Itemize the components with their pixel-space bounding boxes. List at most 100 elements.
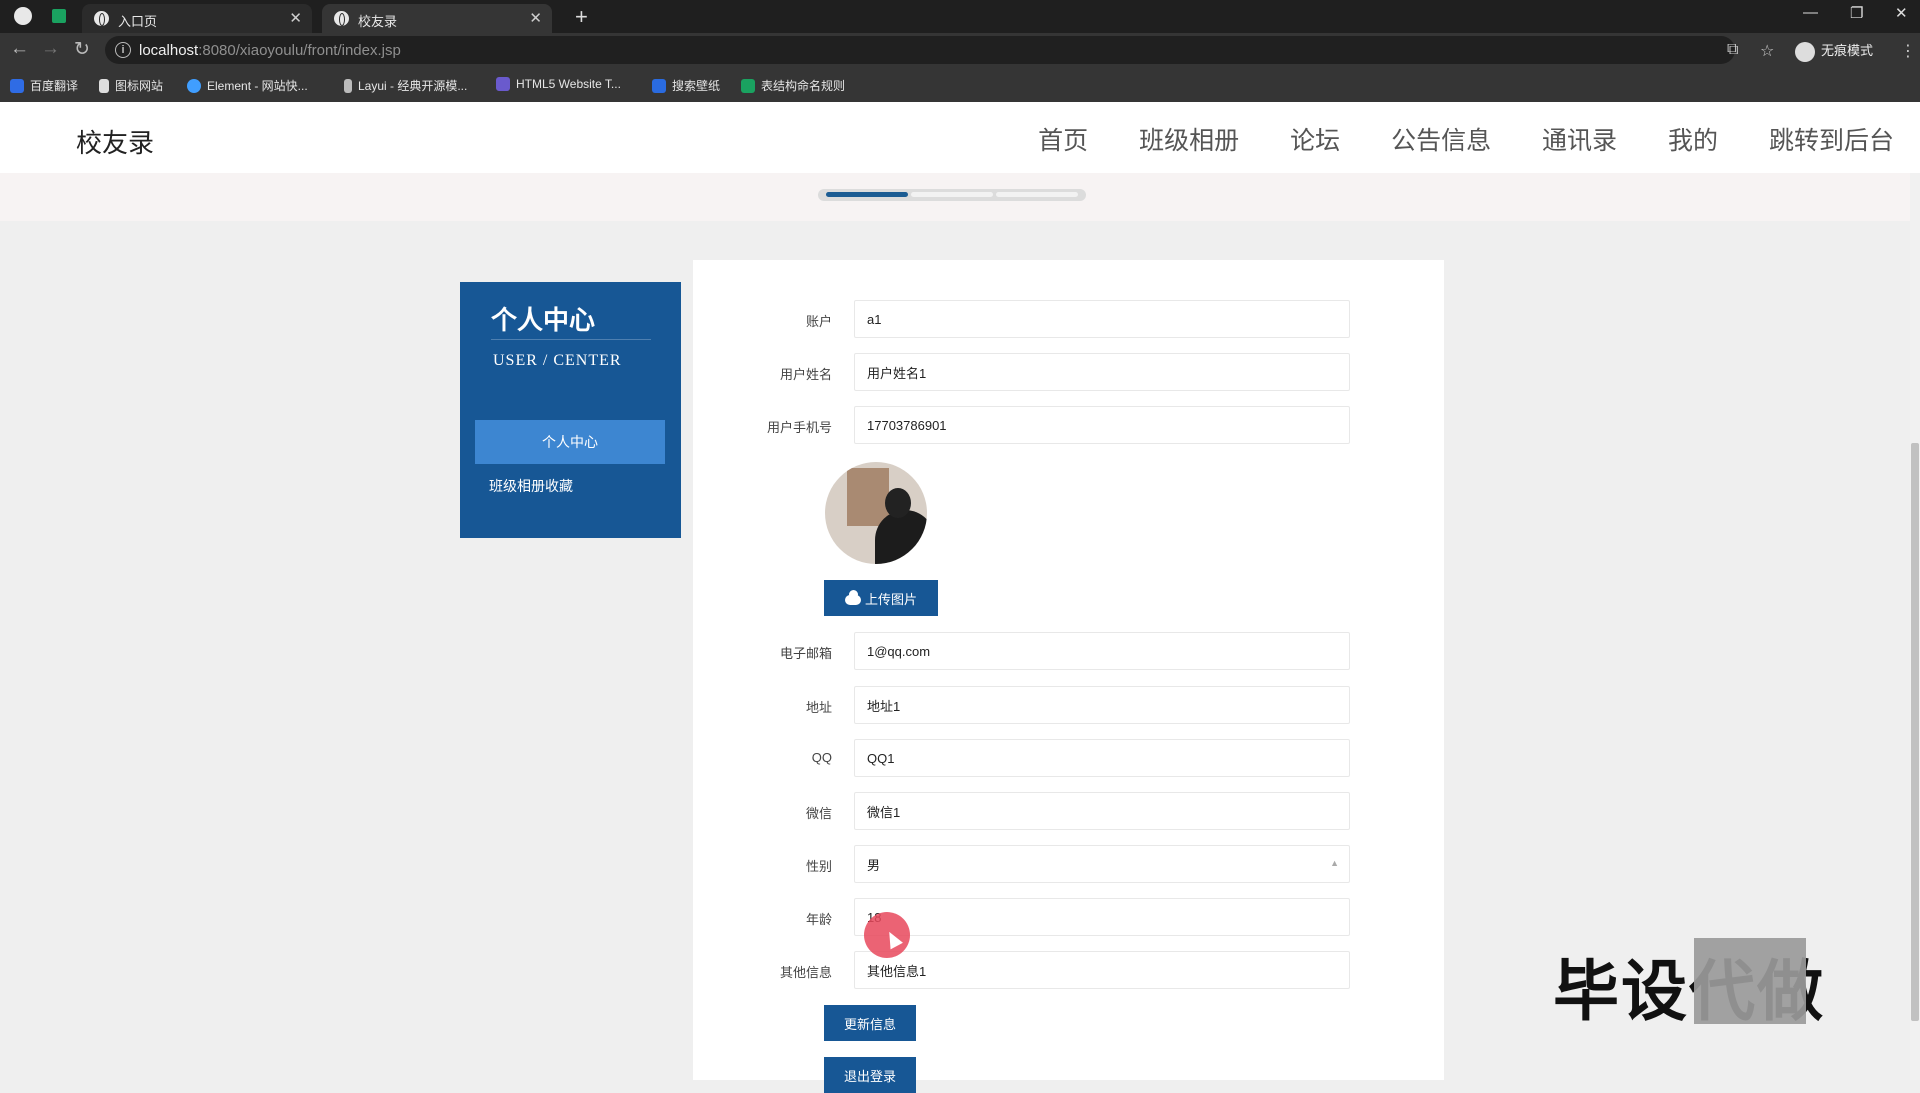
form-row-email: 电子邮箱 xyxy=(693,632,1444,670)
bookmark-icon xyxy=(187,79,201,93)
site-logo[interactable]: 校友录 xyxy=(76,123,154,160)
nav-home[interactable]: 首页 xyxy=(1038,121,1088,157)
nav-announcements[interactable]: 公告信息 xyxy=(1391,121,1491,157)
profile-form: 账户 用户姓名 用户手机号 上传图片 电子邮箱 地址 QQ 微信 性别 ▲ 年龄 xyxy=(693,260,1444,1093)
email-input[interactable] xyxy=(865,633,1339,669)
globe-icon xyxy=(334,11,349,26)
form-row-address: 地址 xyxy=(693,686,1444,724)
nav-mine[interactable]: 我的 xyxy=(1668,121,1718,157)
close-window-icon[interactable]: ✕ xyxy=(1895,4,1908,22)
bookmark-item[interactable]: Element - 网站快... xyxy=(187,77,308,94)
phone-input[interactable] xyxy=(865,407,1339,443)
info-icon[interactable]: i xyxy=(115,42,131,58)
logout-button[interactable]: 退出登录 xyxy=(824,1057,916,1093)
user-center-sidebar: 个人中心 USER / CENTER 个人中心 班级相册收藏 xyxy=(460,282,681,538)
url-path: :8080/xiaoyoulu/front/index.jsp xyxy=(198,42,401,59)
more-menu-icon[interactable]: ⋮ xyxy=(1900,41,1916,61)
form-row-gender: 性别 ▲ xyxy=(693,845,1444,883)
bookmark-item[interactable]: 百度翻译 xyxy=(10,77,78,94)
forward-icon[interactable]: → xyxy=(41,38,60,60)
scrollbar-thumb[interactable] xyxy=(1911,443,1919,1021)
phone-label: 用户手机号 xyxy=(766,420,832,435)
form-row-account: 账户 xyxy=(693,300,1444,338)
back-icon[interactable]: ← xyxy=(10,38,29,60)
bookmark-icon xyxy=(741,79,755,93)
tab-label: 入口页 xyxy=(118,14,158,29)
form-row-other: 其他信息 xyxy=(693,951,1444,989)
avatar xyxy=(825,462,927,564)
close-tab-icon[interactable]: ✕ xyxy=(529,9,542,27)
wechat-label: 微信 xyxy=(805,806,832,821)
account-input[interactable] xyxy=(865,301,1339,337)
upload-image-button[interactable]: 上传图片 xyxy=(824,580,938,616)
incognito-icon xyxy=(1795,41,1815,62)
nav-class-album[interactable]: 班级相册 xyxy=(1139,121,1239,157)
blur-overlay xyxy=(1694,938,1806,1024)
reload-icon[interactable]: ↻ xyxy=(74,38,90,61)
wechat-input[interactable] xyxy=(865,793,1339,829)
sidebar-item-album-favorites[interactable]: 班级相册收藏 xyxy=(475,464,679,508)
restore-icon[interactable]: ❐ xyxy=(1850,4,1863,22)
carousel-dot[interactable] xyxy=(826,192,908,197)
nav-admin[interactable]: 跳转到后台 xyxy=(1769,121,1894,157)
name-input[interactable] xyxy=(865,354,1339,390)
address-bar: ← → ↻ i localhost:8080/xiaoyoulu/front/i… xyxy=(0,33,1920,68)
incognito-indicator[interactable]: 无痕模式 xyxy=(1795,40,1873,62)
main-nav: 首页 班级相册 论坛 公告信息 通讯录 我的 跳转到后台 xyxy=(994,121,1894,157)
bookmark-item[interactable]: 图标网站 xyxy=(99,77,163,94)
incognito-label: 无痕模式 xyxy=(1821,43,1874,58)
carousel-dot[interactable] xyxy=(996,192,1078,197)
qq-label: QQ xyxy=(811,750,832,765)
site-header: 校友录 首页 班级相册 论坛 公告信息 通讯录 我的 跳转到后台 xyxy=(0,102,1920,173)
bookmark-item[interactable]: 搜索壁纸 xyxy=(652,77,720,94)
app-tab-icon[interactable] xyxy=(52,9,66,23)
form-row-age: 年龄 xyxy=(693,898,1444,936)
update-info-button[interactable]: 更新信息 xyxy=(824,1005,916,1041)
tab-xiaoyoulu[interactable]: 校友录 ✕ xyxy=(322,4,552,33)
email-label: 电子邮箱 xyxy=(779,646,832,661)
form-row-name: 用户姓名 xyxy=(693,353,1444,391)
gender-select[interactable]: ▲ xyxy=(854,845,1350,883)
url-field[interactable]: i localhost:8080/xiaoyoulu/front/index.j… xyxy=(105,36,1735,64)
bookmark-icon xyxy=(344,79,352,93)
sidebar-subtitle: USER / CENTER xyxy=(493,352,622,369)
cloud-upload-icon xyxy=(844,589,861,605)
bookmark-item[interactable]: Layui - 经典开源模... xyxy=(344,77,467,94)
upload-label: 上传图片 xyxy=(864,591,917,607)
nav-forum[interactable]: 论坛 xyxy=(1290,121,1340,157)
chrome-menu-icon[interactable] xyxy=(14,7,32,25)
age-label: 年龄 xyxy=(805,912,832,927)
gender-value[interactable] xyxy=(865,846,1339,882)
carousel-indicator xyxy=(818,189,1086,201)
tab-entry[interactable]: 入口页 ✕ xyxy=(82,4,312,33)
age-input[interactable] xyxy=(865,899,1339,935)
browser-tab-bar: 入口页 ✕ 校友录 ✕ + — ❐ ✕ xyxy=(0,0,1920,33)
url-host: localhost xyxy=(139,42,199,59)
qq-input[interactable] xyxy=(865,740,1339,776)
name-label: 用户姓名 xyxy=(779,367,832,382)
caret-up-icon: ▲ xyxy=(1330,858,1339,868)
new-tab-button[interactable]: + xyxy=(575,4,588,30)
nav-contacts[interactable]: 通讯录 xyxy=(1542,121,1617,157)
minimize-icon[interactable]: — xyxy=(1803,4,1818,21)
form-row-qq: QQ xyxy=(693,739,1444,777)
bookmark-icon xyxy=(10,79,24,93)
address-input[interactable] xyxy=(865,687,1339,723)
bookmark-star-icon[interactable]: ☆ xyxy=(1760,41,1774,61)
address-label: 地址 xyxy=(805,700,832,715)
bookmark-item[interactable]: HTML5 Website T... xyxy=(496,77,621,91)
sidebar-divider xyxy=(491,339,651,340)
close-tab-icon[interactable]: ✕ xyxy=(289,9,302,27)
carousel-dot[interactable] xyxy=(911,192,993,197)
other-info-input[interactable] xyxy=(865,952,1339,988)
tab-label: 校友录 xyxy=(358,14,398,29)
banner-carousel xyxy=(0,173,1910,221)
other-info-label: 其他信息 xyxy=(779,965,832,980)
globe-icon xyxy=(94,11,109,26)
account-label: 账户 xyxy=(805,314,832,329)
sidebar-item-user-center[interactable]: 个人中心 xyxy=(475,420,665,464)
bookmarks-bar: 百度翻译 图标网站 Element - 网站快... Layui - 经典开源模… xyxy=(0,68,1920,103)
flag-icon xyxy=(99,79,109,93)
translate-icon[interactable]: ⧉ xyxy=(1727,41,1738,59)
bookmark-item[interactable]: 表结构命名规则 xyxy=(741,77,845,94)
